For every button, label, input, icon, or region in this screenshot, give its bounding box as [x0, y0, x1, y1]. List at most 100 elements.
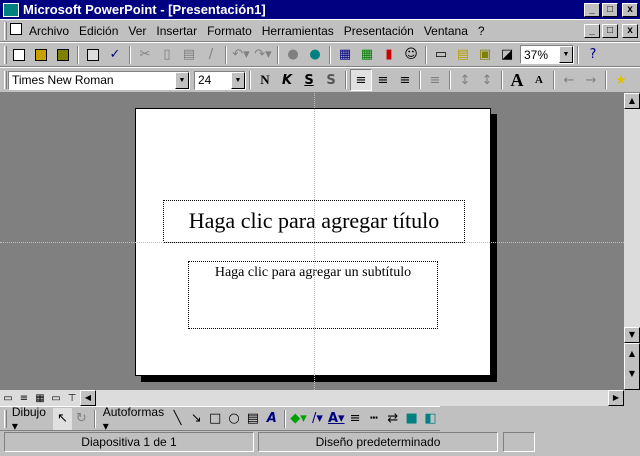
fill-color-icon[interactable]: ◆▾	[289, 408, 308, 430]
menu-ver[interactable]: Ver	[128, 24, 146, 38]
insert-word-table-icon[interactable]: ▦	[334, 44, 356, 66]
redo-icon[interactable]: ↷▾	[252, 44, 274, 66]
slide-workspace: Haga clic para agregar título Haga clic …	[0, 93, 624, 390]
arrow-icon[interactable]: ↘	[187, 408, 206, 430]
notes-view-icon[interactable]: ▭	[48, 390, 64, 406]
increase-spacing-icon[interactable]: ↕	[454, 69, 476, 91]
demote-icon[interactable]: →	[580, 69, 602, 91]
apply-design-icon[interactable]: ▣	[474, 44, 496, 66]
decrease-font-icon[interactable]: A	[528, 69, 550, 91]
slide-layout-icon[interactable]: ▤	[452, 44, 474, 66]
scroll-left-button[interactable]: ◀	[80, 390, 96, 406]
align-left-icon[interactable]: ≡	[350, 69, 372, 91]
prev-next-slide-buttons[interactable]: ▲ ▼	[624, 343, 640, 390]
draw-menu[interactable]: Dibujo ▾	[12, 405, 49, 433]
menu-herramientas[interactable]: Herramientas	[262, 24, 334, 38]
rectangle-icon[interactable]: □	[206, 408, 225, 430]
doc-close-button[interactable]: x	[622, 23, 638, 38]
save-icon[interactable]	[52, 44, 74, 66]
menu-presentacion[interactable]: Presentación	[344, 24, 414, 38]
italic-button[interactable]: K	[276, 69, 298, 91]
copy-icon[interactable]: ▯	[156, 44, 178, 66]
document-icon[interactable]	[10, 23, 22, 38]
decrease-spacing-icon[interactable]: ↕	[476, 69, 498, 91]
undo-icon[interactable]: ↶▾	[230, 44, 252, 66]
zoom-select[interactable]: 37% ▼	[520, 45, 574, 64]
underline-button[interactable]: S	[298, 69, 320, 91]
view-and-hscroll-bar: ▭ ≡ ▦ ▭ ⊤ ◀ ▶	[0, 390, 624, 406]
increase-font-icon[interactable]: A	[506, 69, 528, 91]
insert-chart-icon[interactable]: ▮	[378, 44, 400, 66]
insert-excel-icon[interactable]: ▦	[356, 44, 378, 66]
scroll-right-button[interactable]: ▶	[608, 390, 624, 406]
window-title: Microsoft PowerPoint - [Presentación1]	[23, 2, 266, 17]
spelling-icon[interactable]: ✓	[104, 44, 126, 66]
toolbar-grip[interactable]	[4, 45, 7, 64]
line-color-icon[interactable]: /▾	[308, 408, 327, 430]
slideshow-icon[interactable]: ⊤	[64, 390, 80, 406]
align-center-icon[interactable]: ≡	[372, 69, 394, 91]
menu-edicion[interactable]: Edición	[79, 24, 118, 38]
vertical-scrollbar[interactable]: ▲ ▼ ▲ ▼	[624, 93, 640, 390]
menu-formato[interactable]: Formato	[207, 24, 252, 38]
app-icon[interactable]	[3, 2, 19, 17]
text-box-icon[interactable]: ▤	[243, 408, 262, 430]
bullets-icon[interactable]: ≡	[424, 69, 446, 91]
align-right-icon[interactable]: ≡	[394, 69, 416, 91]
formatting-toolbar: Times New Roman ▼ 24 ▼ N K S S ≡ ≡ ≡ ≡ ↕ ↕…	[0, 67, 640, 93]
chevron-down-icon[interactable]: ▼	[175, 71, 189, 89]
chevron-down-icon[interactable]: ▼	[559, 46, 573, 63]
menu-ventana[interactable]: Ventana	[424, 24, 468, 38]
shadow-icon[interactable]: ■	[402, 408, 421, 430]
status-slide-number: Diapositiva 1 de 1	[4, 432, 254, 452]
horizontal-guide[interactable]	[0, 242, 624, 243]
autoshapes-menu[interactable]: Autoformas ▾	[103, 405, 164, 433]
toolbar-grip[interactable]	[4, 71, 7, 89]
bold-button[interactable]: N	[254, 69, 276, 91]
free-rotate-icon[interactable]: ↻	[72, 408, 91, 430]
restore-button[interactable]: □	[602, 2, 618, 17]
toolbar-grip[interactable]	[4, 21, 7, 40]
new-slide-icon[interactable]: ▭	[430, 44, 452, 66]
line-style-icon[interactable]: ≡	[346, 408, 365, 430]
new-icon[interactable]	[8, 44, 30, 66]
paste-icon[interactable]: ▤	[178, 44, 200, 66]
print-icon[interactable]	[82, 44, 104, 66]
scroll-down-button[interactable]: ▼	[624, 327, 640, 343]
minimize-button[interactable]: _	[584, 2, 600, 17]
dash-style-icon[interactable]: ┅	[365, 408, 384, 430]
open-icon[interactable]	[30, 44, 52, 66]
hyperlink-icon[interactable]: ●	[282, 44, 304, 66]
select-pointer-icon[interactable]: ↖	[53, 407, 72, 430]
horizontal-scroll-track[interactable]	[96, 390, 608, 406]
animation-effects-icon[interactable]: ★	[610, 69, 632, 91]
arrow-style-icon[interactable]: ⇄	[383, 408, 402, 430]
web-toolbar-icon[interactable]: ●	[304, 44, 326, 66]
menu-archivo[interactable]: Archivo	[29, 24, 69, 38]
office-assistant-icon[interactable]: ?	[582, 44, 604, 66]
format-painter-icon[interactable]: /	[200, 44, 222, 66]
font-size-select[interactable]: 24 ▼	[194, 70, 246, 90]
promote-icon[interactable]: ←	[558, 69, 580, 91]
subtitle-placeholder[interactable]: Haga clic para agregar un subtítulo	[188, 261, 438, 329]
line-icon[interactable]: ╲	[168, 408, 187, 430]
font-color-icon[interactable]: A▾	[327, 408, 346, 430]
cut-icon[interactable]: ✂	[134, 44, 156, 66]
oval-icon[interactable]: ○	[225, 408, 244, 430]
menu-bar: Archivo Edición Ver Insertar Formato Her…	[0, 19, 640, 42]
toolbar-grip[interactable]	[4, 409, 7, 428]
doc-minimize-button[interactable]: _	[584, 23, 600, 38]
close-button[interactable]: x	[622, 2, 638, 17]
shadow-button[interactable]: S	[320, 69, 342, 91]
insert-clipart-icon[interactable]: ☺	[400, 44, 422, 66]
menu-help[interactable]: ?	[478, 24, 485, 38]
scroll-up-button[interactable]: ▲	[624, 93, 640, 109]
wordart-icon[interactable]: A	[262, 408, 281, 430]
doc-restore-button[interactable]: □	[602, 23, 618, 38]
status-design: Diseño predeterminado	[258, 432, 498, 452]
3d-icon[interactable]: ◧	[421, 408, 440, 430]
chevron-down-icon[interactable]: ▼	[231, 71, 245, 89]
grayscale-icon[interactable]: ◪	[496, 44, 518, 66]
font-select[interactable]: Times New Roman ▼	[8, 70, 190, 90]
menu-insertar[interactable]: Insertar	[156, 24, 197, 38]
